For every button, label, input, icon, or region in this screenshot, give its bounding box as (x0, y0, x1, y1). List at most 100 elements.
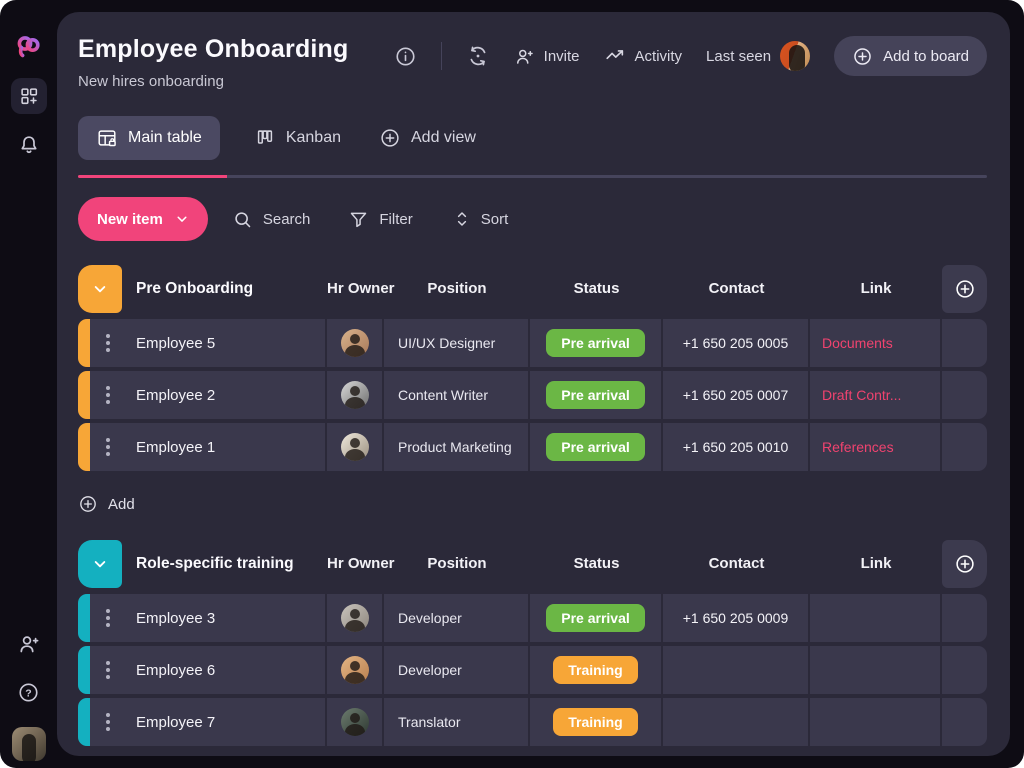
contact-cell[interactable] (663, 646, 810, 694)
add-column-button[interactable] (942, 540, 987, 588)
notifications-button[interactable] (0, 133, 57, 157)
group-title[interactable]: Role-specific training (136, 555, 294, 573)
column-header-link[interactable]: Link (810, 555, 942, 572)
tab-add-view[interactable]: Add view (375, 116, 480, 160)
status-badge[interactable]: Training (553, 708, 637, 736)
tab-add-view-label: Add view (411, 129, 476, 147)
column-header-contact[interactable]: Contact (663, 555, 810, 572)
hr-owner-avatar[interactable] (341, 708, 369, 736)
item-name[interactable]: Employee 6 (136, 662, 215, 679)
position-cell[interactable]: Developer (384, 594, 530, 642)
column-header-hr-owner[interactable]: Hr Owner (327, 280, 384, 297)
link-cell[interactable] (810, 594, 942, 642)
filter-funnel-icon (348, 209, 369, 230)
item-name[interactable]: Employee 3 (136, 610, 215, 627)
column-header-link[interactable]: Link (810, 280, 942, 297)
row-menu-icon[interactable] (106, 393, 110, 397)
row-menu-icon[interactable] (106, 720, 110, 724)
last-seen[interactable]: Last seen (706, 41, 810, 71)
contact-cell[interactable] (663, 698, 810, 746)
group-title[interactable]: Pre Onboarding (136, 280, 253, 298)
position-cell[interactable]: Product Marketing (384, 423, 530, 471)
contact-cell[interactable]: +1 650 205 0005 (663, 319, 810, 367)
column-header-hr-owner[interactable]: Hr Owner (327, 555, 384, 572)
link-cell[interactable]: Draft Contr... (810, 371, 942, 419)
column-header-position[interactable]: Position (384, 555, 530, 572)
invite-button[interactable]: Invite (514, 46, 580, 67)
item-name[interactable]: Employee 7 (136, 714, 215, 731)
sync-refresh-icon[interactable] (466, 44, 490, 68)
kanban-icon (254, 127, 276, 149)
link-cell[interactable] (810, 646, 942, 694)
link-cell[interactable]: Documents (810, 319, 942, 367)
empty-cell (942, 698, 987, 746)
invite-members-button[interactable] (0, 632, 57, 656)
filter-button[interactable]: Filter (348, 209, 412, 230)
hr-owner-avatar[interactable] (341, 656, 369, 684)
header-divider (441, 42, 442, 70)
item-name[interactable]: Employee 1 (136, 439, 215, 456)
contact-cell[interactable]: +1 650 205 0007 (663, 371, 810, 419)
hr-owner-avatar[interactable] (341, 381, 369, 409)
link-cell[interactable] (810, 698, 942, 746)
column-header-contact[interactable]: Contact (663, 280, 810, 297)
item-name[interactable]: Employee 2 (136, 387, 215, 404)
table-row-employee-7[interactable]: Employee 7 Translator Training (78, 698, 987, 746)
status-badge[interactable]: Pre arrival (546, 381, 645, 409)
sort-button[interactable]: Sort (453, 209, 509, 229)
hr-owner-avatar[interactable] (341, 604, 369, 632)
add-item-button[interactable]: Add (78, 493, 158, 515)
empty-cell (942, 594, 987, 642)
row-menu-icon[interactable] (106, 668, 110, 672)
link-cell[interactable]: References (810, 423, 942, 471)
tab-kanban[interactable]: Kanban (250, 116, 345, 160)
hr-owner-avatar[interactable] (341, 433, 369, 461)
hr-owner-avatar[interactable] (341, 329, 369, 357)
help-button[interactable]: ? (0, 681, 57, 704)
status-badge[interactable]: Pre arrival (546, 433, 645, 461)
item-name[interactable]: Employee 5 (136, 335, 215, 352)
person-plus-icon (17, 632, 41, 656)
filter-label: Filter (379, 211, 412, 228)
add-to-board-label: Add to board (883, 48, 969, 65)
info-icon[interactable] (394, 45, 417, 68)
row-color-bar (78, 319, 90, 367)
new-item-button[interactable]: New item (78, 197, 208, 241)
add-to-board-button[interactable]: Add to board (834, 36, 987, 76)
row-menu-icon[interactable] (106, 445, 110, 449)
row-menu-icon[interactable] (106, 616, 110, 620)
bell-icon (17, 133, 41, 157)
row-menu-icon[interactable] (106, 341, 110, 345)
last-seen-label: Last seen (706, 48, 771, 65)
activity-pulse-icon (604, 45, 626, 67)
empty-cell (942, 319, 987, 367)
position-cell[interactable]: UI/UX Designer (384, 319, 530, 367)
position-cell[interactable]: Translator (384, 698, 530, 746)
column-header-status[interactable]: Status (530, 555, 663, 572)
tab-main-table[interactable]: Main table (78, 116, 220, 160)
workspaces-button[interactable] (0, 78, 57, 114)
table-row-employee-5[interactable]: Employee 5 UI/UX Designer Pre arrival +1… (78, 319, 987, 367)
status-badge[interactable]: Pre arrival (546, 329, 645, 357)
contact-cell[interactable]: +1 650 205 0009 (663, 594, 810, 642)
group-collapse-button[interactable] (78, 265, 122, 313)
brand-logo-icon[interactable] (0, 31, 57, 63)
search-button[interactable]: Search (232, 209, 311, 230)
contact-cell[interactable]: +1 650 205 0010 (663, 423, 810, 471)
empty-cell (942, 646, 987, 694)
status-badge[interactable]: Training (553, 656, 637, 684)
table-row-employee-1[interactable]: Employee 1 Product Marketing Pre arrival… (78, 423, 987, 471)
add-column-button[interactable] (942, 265, 987, 313)
question-mark-icon: ? (17, 681, 40, 704)
table-row-employee-2[interactable]: Employee 2 Content Writer Pre arrival +1… (78, 371, 987, 419)
column-header-position[interactable]: Position (384, 280, 530, 297)
column-header-status[interactable]: Status (530, 280, 663, 297)
table-row-employee-3[interactable]: Employee 3 Developer Pre arrival +1 650 … (78, 594, 987, 642)
position-cell[interactable]: Content Writer (384, 371, 530, 419)
group-collapse-button[interactable] (78, 540, 122, 588)
activity-button[interactable]: Activity (604, 45, 683, 67)
table-row-employee-6[interactable]: Employee 6 Developer Training (78, 646, 987, 694)
position-cell[interactable]: Developer (384, 646, 530, 694)
status-badge[interactable]: Pre arrival (546, 604, 645, 632)
user-profile-avatar[interactable] (0, 727, 57, 761)
